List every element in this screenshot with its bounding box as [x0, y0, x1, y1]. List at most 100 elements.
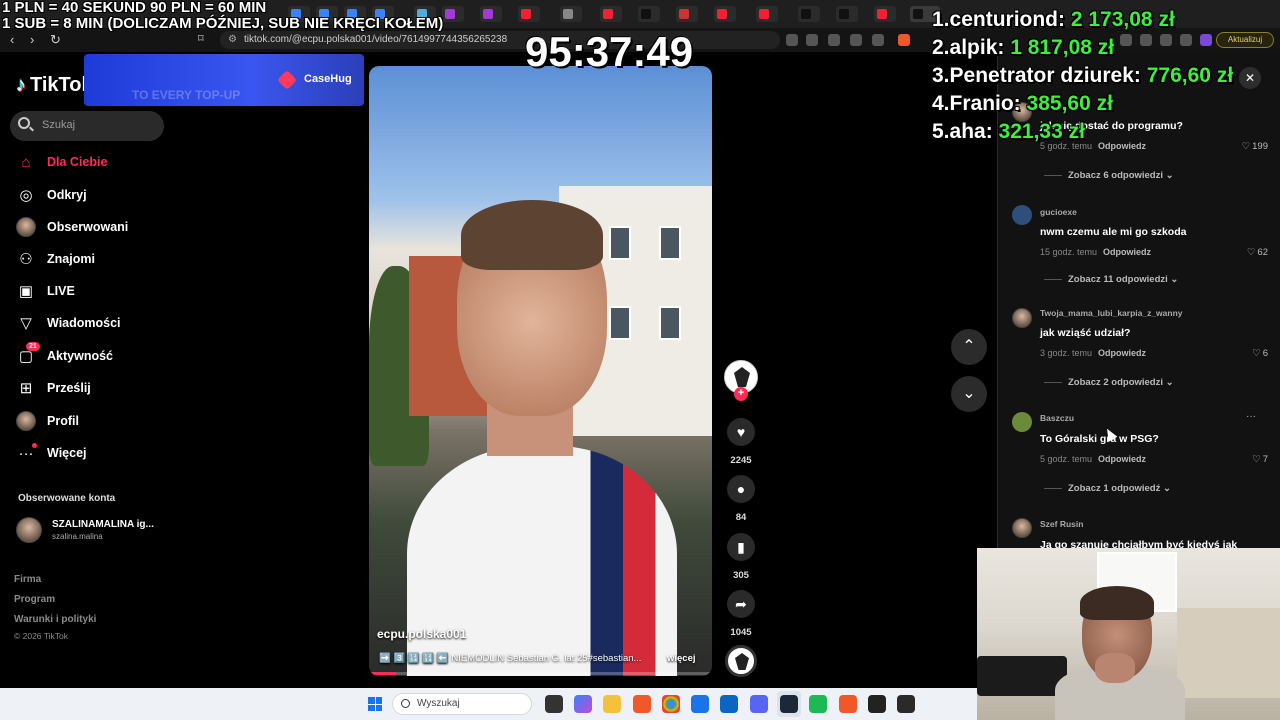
webcam-kitchen — [1177, 608, 1280, 698]
nav-item-upload[interactable]: ⊞ Prześlij — [16, 378, 166, 400]
browser-tab[interactable] — [836, 6, 858, 22]
steam-icon[interactable] — [780, 695, 798, 713]
comment-like[interactable]: ♡ 62 — [1228, 247, 1268, 258]
video-progress-bar[interactable] — [369, 672, 712, 675]
obs-icon[interactable] — [868, 695, 886, 713]
site-info-icon[interactable]: ⚙ — [228, 34, 237, 45]
comment-avatar[interactable] — [1012, 308, 1032, 328]
comment-time: 15 godz. temu — [1040, 247, 1098, 257]
browser-tab[interactable] — [798, 6, 820, 22]
nav-item-more[interactable]: ··· Więcej — [16, 443, 166, 465]
reply-button[interactable]: Odpowiedz — [1103, 247, 1151, 257]
comment-more-icon[interactable]: ··· — [1246, 411, 1256, 422]
browser-tab[interactable] — [676, 6, 698, 22]
save-button[interactable]: ▮ — [727, 533, 755, 561]
comment-username[interactable]: gucioexe — [1040, 207, 1077, 217]
spotify-icon[interactable] — [809, 695, 827, 713]
follow-button[interactable]: + — [734, 387, 748, 401]
reply-button[interactable]: Odpowiedz — [1098, 454, 1146, 464]
video-player[interactable]: ecpu.polska001 ➡️ 3️⃣ 🔢 🔢 ⬅️ NIEMODLIN S… — [369, 66, 712, 676]
comment-avatar[interactable] — [1012, 412, 1032, 432]
nav-item-friends[interactable]: ⚇ Znajomi — [16, 249, 166, 271]
share-button[interactable]: ➦ — [727, 590, 755, 618]
browser-tab[interactable] — [638, 6, 660, 22]
cast-icon[interactable] — [850, 34, 862, 46]
browser-tab[interactable] — [442, 6, 464, 22]
taskbar-search[interactable]: Wyszukaj — [392, 693, 532, 715]
brave-shield-icon[interactable] — [898, 34, 910, 46]
comment-username[interactable]: Baszczu — [1040, 413, 1074, 423]
comment-like[interactable]: ♡ 7 — [1228, 454, 1268, 465]
nav-item-explore[interactable]: ◎ Odkryj — [16, 185, 166, 207]
file-explorer-icon[interactable] — [603, 695, 621, 713]
share-count: 1045 — [730, 627, 752, 638]
forward-icon[interactable]: › — [30, 32, 34, 47]
browser-tab[interactable] — [874, 6, 896, 22]
music-disc[interactable] — [725, 645, 757, 677]
nav-item-profile[interactable]: Profil — [16, 411, 166, 433]
view-replies-button[interactable]: Zobacz 11 odpowiedzi ⌄ — [1044, 274, 1178, 285]
comment-button[interactable]: ● — [727, 475, 755, 503]
app-icon[interactable] — [897, 695, 915, 713]
browser-tab[interactable] — [480, 6, 502, 22]
nav-item-following[interactable]: Obserwowani — [16, 217, 166, 239]
copilot-icon[interactable] — [574, 695, 592, 713]
translate-icon[interactable] — [806, 34, 818, 46]
friends-icon: ⚇ — [19, 251, 33, 268]
discord-icon[interactable] — [750, 695, 768, 713]
comment-username[interactable]: Szef Rusin — [1040, 519, 1083, 529]
nav-item-live[interactable]: ▣ LIVE — [16, 281, 166, 303]
close-comments-button[interactable]: ✕ — [1239, 67, 1261, 89]
browser-tab[interactable] — [560, 6, 582, 22]
nav-item-activity[interactable]: ▢ 21 Aktywność — [16, 342, 166, 368]
comment-like[interactable]: ♡ 6 — [1228, 348, 1268, 359]
view-replies-button[interactable]: Zobacz 6 odpowiedzi ⌄ — [1044, 170, 1174, 181]
reply-button[interactable]: Odpowiedz — [1098, 348, 1146, 358]
like-button[interactable]: ♥ — [727, 418, 755, 446]
rules-line: 1 PLN = 40 SEKUND 90 PLN = 60 MIN — [2, 0, 267, 16]
footer-link-company[interactable]: Firma — [14, 574, 41, 585]
reload-icon[interactable]: ↻ — [50, 32, 61, 48]
video-more-link[interactable]: więcej — [667, 653, 696, 664]
nav-item-messages[interactable]: ▽ Wiadomości — [16, 313, 166, 335]
brave-icon[interactable] — [839, 695, 857, 713]
extension-icon[interactable] — [786, 34, 798, 46]
brave-icon[interactable] — [633, 695, 651, 713]
store-icon[interactable] — [691, 695, 709, 713]
like-count: 2245 — [730, 455, 752, 466]
view-replies-button[interactable]: Zobacz 2 odpowiedzi ⌄ — [1044, 377, 1174, 388]
back-icon[interactable]: ‹ — [10, 32, 14, 47]
url-field[interactable]: ⚙ tiktok.com/@ecpu.polska001/video/76149… — [220, 31, 780, 49]
view-replies-label: Zobacz 11 odpowiedzi — [1068, 274, 1168, 285]
bookmark-icon[interactable]: ⌑ — [198, 32, 204, 45]
next-video-button[interactable]: ⌄ — [951, 376, 987, 412]
footer-link-program[interactable]: Program — [14, 594, 55, 605]
lb-amount: 2 173,08 zł — [1070, 8, 1175, 31]
video-author[interactable]: ecpu.polska001 — [377, 627, 466, 641]
browser-tab[interactable] — [756, 6, 778, 22]
browser-tab[interactable] — [600, 6, 622, 22]
comment-avatar[interactable] — [1012, 518, 1032, 538]
chrome-icon[interactable] — [662, 695, 680, 713]
nav-item-for-you[interactable]: ⌂ Dla Ciebie — [16, 152, 166, 174]
tiktok-logo[interactable]: ♪ TikTok — [16, 74, 93, 97]
browser-tab[interactable] — [518, 6, 540, 22]
bookmark-icon: ▮ — [737, 539, 745, 555]
chevron-down-icon: ⌄ — [1165, 377, 1174, 388]
comment-avatar[interactable] — [1012, 205, 1032, 225]
share-icon[interactable] — [872, 34, 884, 46]
microphone — [977, 656, 1067, 696]
zoom-icon[interactable] — [828, 34, 840, 46]
search-input[interactable]: Szukaj — [10, 111, 164, 141]
leaderboard-row: 5.aha: 321,33 zł — [932, 118, 1233, 146]
task-view-icon[interactable] — [545, 695, 563, 713]
browser-tab[interactable] — [714, 6, 736, 22]
previous-video-button[interactable]: ⌃ — [951, 329, 987, 365]
outlook-icon[interactable] — [720, 695, 738, 713]
comment-username[interactable]: Twoja_mama_lubi_karpia_z_wanny — [1040, 308, 1183, 318]
view-replies-button[interactable]: Zobacz 1 odpowiedź ⌄ — [1044, 483, 1171, 494]
streamer-hand — [1095, 653, 1135, 683]
footer-link-terms[interactable]: Warunki i polityki — [14, 614, 96, 625]
comment-like[interactable]: ♡ 199 — [1228, 141, 1268, 152]
windows-start-icon[interactable] — [368, 697, 382, 711]
